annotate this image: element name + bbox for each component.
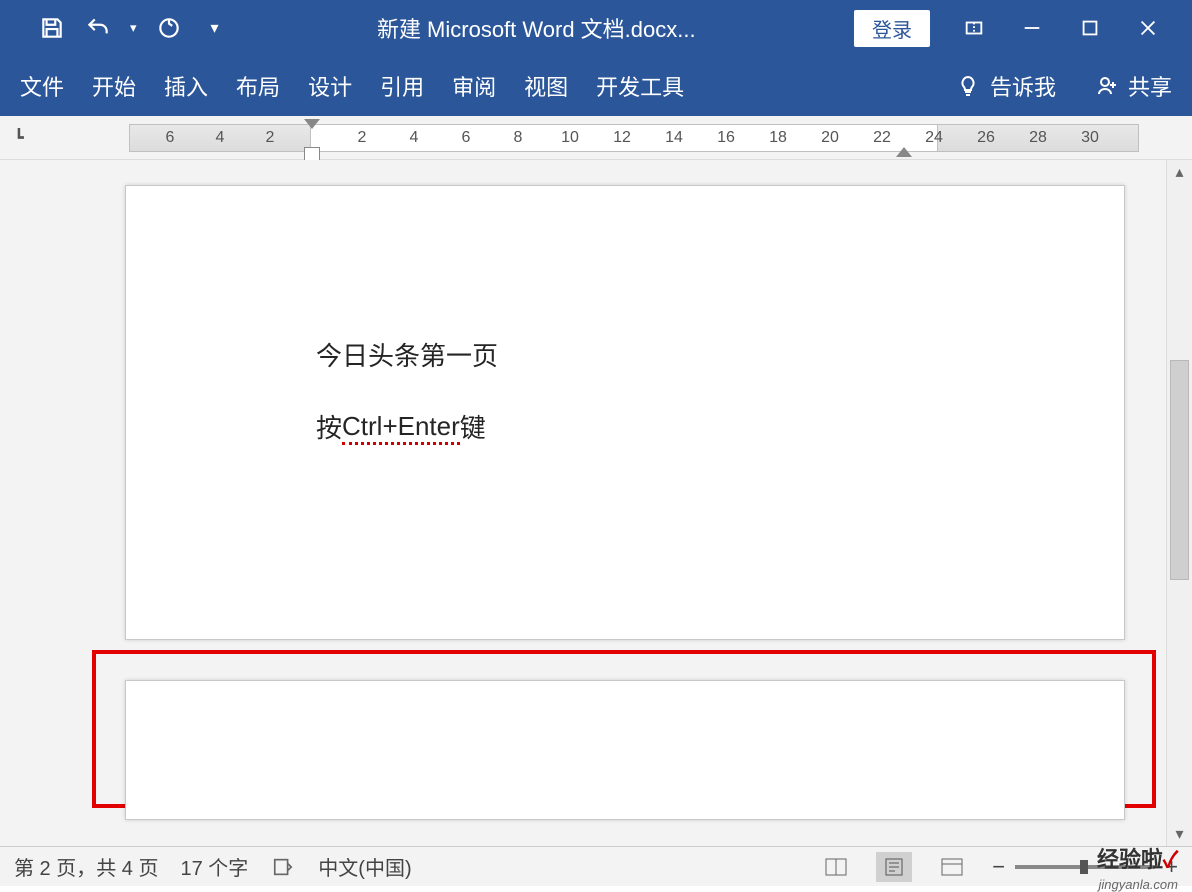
tab-file[interactable]: 文件 [20,70,64,102]
maximize-icon[interactable] [1076,14,1104,42]
ruler-tick: 2 [358,129,367,147]
lightbulb-icon [956,74,980,98]
document-title: 新建 Microsoft Word 文档.docx... [219,12,854,44]
ruler-tick: 26 [977,129,995,147]
minimize-icon[interactable] [1018,14,1046,42]
text-run: 键 [460,408,486,445]
title-bar-right: 登录 [854,10,1182,47]
ruler-tick: 12 [613,129,631,147]
read-mode-icon[interactable] [818,852,854,882]
watermark: 经验啦✓ [1097,842,1178,874]
ruler-tick: 4 [410,129,419,147]
undo-icon[interactable] [84,14,112,42]
first-line-indent-marker[interactable] [304,119,320,129]
paragraph-1[interactable]: 今日头条第一页 [316,336,498,373]
login-button[interactable]: 登录 [854,10,930,47]
tab-insert[interactable]: 插入 [164,70,208,102]
watermark-check-icon: ✓ [1163,847,1178,872]
text-run: 按 [316,408,342,445]
tab-developer[interactable]: 开发工具 [596,70,684,102]
tell-me-label: 告诉我 [990,70,1056,102]
status-bar: 第 2 页，共 4 页 17 个字 中文(中国) − + [0,846,1192,886]
tab-review[interactable]: 审阅 [452,70,496,102]
ruler-tick: 24 [925,129,943,147]
title-bar: ▾ ▾ 新建 Microsoft Word 文档.docx... 登录 [0,0,1192,56]
ruler-tick: 8 [514,129,523,147]
ruler-tick: 18 [769,129,787,147]
tab-home[interactable]: 开始 [92,70,136,102]
web-layout-icon[interactable] [934,852,970,882]
ribbon-display-icon[interactable] [960,14,988,42]
word-count[interactable]: 17 个字 [180,852,248,881]
left-indent-marker[interactable] [304,147,320,161]
share-icon [1096,74,1120,98]
watermark-sub: jingyanla.com [1099,877,1179,892]
save-icon[interactable] [38,14,66,42]
vertical-scrollbar[interactable]: ▴ ▾ [1166,160,1192,846]
share-label: 共享 [1128,70,1172,102]
horizontal-ruler[interactable]: 6 4 2 2 4 6 8 10 12 14 16 18 20 22 24 26… [129,124,1139,152]
ruler-tick: 16 [717,129,735,147]
tab-design[interactable]: 设计 [308,70,352,102]
ruler-tick: 30 [1081,129,1099,147]
watermark-text: 经验啦 [1097,847,1163,872]
page-2[interactable] [125,680,1125,820]
ruler-tick: 22 [873,129,891,147]
print-layout-icon[interactable] [876,852,912,882]
ribbon: 文件 开始 插入 布局 设计 引用 审阅 视图 开发工具 告诉我 共享 [0,56,1192,116]
tab-layout[interactable]: 布局 [236,70,280,102]
ruler-tick: 28 [1029,129,1047,147]
spell-check-icon[interactable] [270,854,296,880]
qat-customize-icon[interactable]: ▾ [211,18,219,38]
close-icon[interactable] [1134,14,1162,42]
tab-references[interactable]: 引用 [380,70,424,102]
tab-view[interactable]: 视图 [524,70,568,102]
language-indicator[interactable]: 中文(中国) [318,852,411,881]
ruler-area: ┗ 6 4 2 2 4 6 8 10 12 14 16 18 20 22 24 … [0,116,1192,160]
page-1[interactable]: 今日头条第一页 按 Ctrl+Enter 键 [125,185,1125,640]
right-indent-marker[interactable] [896,147,912,157]
share-button[interactable]: 共享 [1096,70,1172,102]
scroll-thumb[interactable] [1170,360,1189,580]
ruler-tick: 2 [266,129,275,147]
page-indicator[interactable]: 第 2 页，共 4 页 [14,852,158,881]
document-area: 今日头条第一页 按 Ctrl+Enter 键 ▴ ▾ [0,160,1192,846]
ruler-tick: 6 [166,129,175,147]
ruler-tick: 20 [821,129,839,147]
ruler-tick: 4 [216,129,225,147]
zoom-out-button[interactable]: − [992,854,1005,880]
undo-dropdown-icon[interactable]: ▾ [130,20,137,36]
redo-icon[interactable] [155,14,183,42]
ruler-tick: 14 [665,129,683,147]
tell-me[interactable]: 告诉我 [956,70,1056,102]
scroll-up-icon[interactable]: ▴ [1167,160,1192,184]
quick-access-toolbar: ▾ ▾ [10,14,219,42]
tab-selector[interactable]: ┗ [4,123,34,153]
spelling-error-text: Ctrl+Enter [342,411,460,445]
zoom-slider-thumb[interactable] [1080,860,1088,874]
ruler-tick: 6 [462,129,471,147]
ruler-tick: 10 [561,129,579,147]
paragraph-2[interactable]: 按 Ctrl+Enter 键 [316,408,486,445]
